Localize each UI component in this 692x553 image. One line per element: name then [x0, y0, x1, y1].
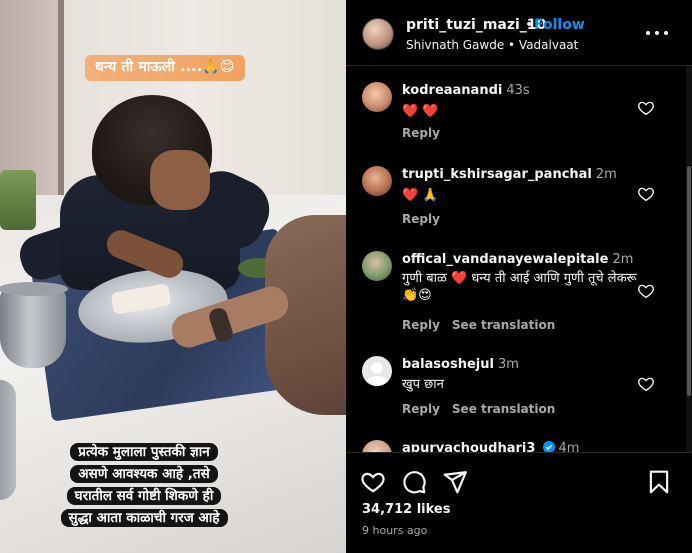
post-header: priti_tuzi_mazi_10 • Follow Shivnath Gaw… — [346, 0, 692, 66]
post-location[interactable]: Shivnath Gawde • Vadalvaat — [406, 38, 578, 52]
reply-button[interactable]: Reply — [402, 212, 440, 226]
post-media[interactable]: धन्य ती माऊली ....🙏😊 प्रत्येक मुलाला पुस… — [0, 0, 346, 553]
media-caption-line: घरातील सर्व गोष्टी शिकणे ही — [66, 487, 222, 505]
see-translation-button[interactable]: See translation — [452, 402, 555, 416]
bookmark-icon[interactable] — [646, 469, 672, 495]
media-tray — [0, 170, 36, 230]
follow-button[interactable]: Follow — [534, 17, 585, 33]
comment-time: 43s — [506, 83, 530, 98]
comment-text: kodreaanandi 43s ❤️ ❤️ — [402, 82, 642, 120]
author-avatar[interactable] — [362, 18, 394, 50]
comment-avatar[interactable] — [362, 356, 392, 386]
comments-scrollbar[interactable] — [686, 66, 692, 452]
comment-body: ❤️ 🙏 — [402, 187, 642, 204]
heart-icon[interactable] — [360, 469, 386, 495]
comment-actions: Reply See translation — [402, 402, 567, 416]
post-time-ago[interactable]: 9 hours ago — [362, 524, 427, 537]
comment-like-icon[interactable] — [637, 375, 655, 393]
media-caption-line: असणे आवश्यक आहे ,तसे — [70, 465, 218, 483]
media-pot — [0, 282, 68, 368]
default-avatar-icon — [366, 362, 388, 386]
more-horizontal-icon[interactable] — [646, 26, 668, 40]
comment-body-text: ❤️ 🙏 — [402, 188, 439, 203]
comment-actions: Reply — [402, 126, 452, 140]
comment-text: balasoshejul 3m खुप छान — [402, 356, 642, 393]
likes-count[interactable]: 34,712 likes — [362, 502, 450, 517]
comment-body: गुणी बाळ ❤️ धन्य ती आई आणि गुणी तूचे लेक… — [402, 271, 637, 303]
share-icon[interactable] — [442, 469, 468, 495]
reply-button[interactable]: Reply — [402, 318, 440, 332]
media-caption-line: प्रत्येक मुलाला पुस्तकी ज्ञान — [70, 443, 218, 461]
comment-avatar[interactable] — [362, 166, 392, 196]
media-caption-bottom: प्रत्येक मुलाला पुस्तकी ज्ञान असणे आवश्य… — [28, 441, 260, 529]
header-separator: • — [525, 17, 534, 33]
reply-button[interactable]: Reply — [402, 402, 440, 416]
verified-badge-icon — [542, 441, 555, 452]
comment-text: offical_vandanayewalepitale 2m गुणी बाळ ❤… — [402, 251, 642, 304]
media-caption-top: धन्य ती माऊली ....🙏😊 — [85, 55, 245, 81]
comment-body: खुप छान — [402, 377, 444, 392]
scrollbar-thumb[interactable] — [687, 166, 691, 396]
comment-username[interactable]: apurvachoudhari3 — [402, 441, 535, 452]
comment-username[interactable]: offical_vandanayewalepitale — [402, 252, 608, 267]
comment-username[interactable]: balasoshejul — [402, 357, 494, 372]
comment-actions: Reply — [402, 212, 452, 226]
media-caption-line: सुद्धा आता काळाची गरज आहे — [60, 509, 228, 527]
comment-username[interactable]: kodreaanandi — [402, 83, 502, 98]
comment-username[interactable]: trupti_kshirsagar_panchal — [402, 167, 592, 182]
comment-time: 2m — [595, 167, 617, 182]
comment-text: apurvachoudhari3 4m — [402, 440, 642, 452]
comment-time: 3m — [497, 357, 519, 372]
comment-text: trupti_kshirsagar_panchal 2m ❤️ 🙏 — [402, 166, 642, 204]
comment-body-text: ❤️ ❤️ — [402, 104, 439, 119]
comment-icon[interactable] — [401, 469, 427, 495]
comment-avatar[interactable] — [362, 82, 392, 112]
post-side-panel: priti_tuzi_mazi_10 • Follow Shivnath Gaw… — [346, 0, 692, 553]
comment-like-icon[interactable] — [637, 99, 655, 117]
comment-like-icon[interactable] — [637, 282, 655, 300]
media-jug — [0, 380, 16, 500]
comment-time: 2m — [612, 252, 634, 267]
comment-time: 4m — [558, 441, 580, 452]
comment-avatar[interactable] — [362, 440, 392, 452]
comment-body: ❤️ ❤️ — [402, 103, 642, 120]
comment-avatar[interactable] — [362, 251, 392, 281]
comment-like-icon[interactable] — [637, 185, 655, 203]
comment-actions: Reply See translation — [402, 318, 567, 332]
media-boy-face — [150, 150, 210, 210]
reply-button[interactable]: Reply — [402, 126, 440, 140]
see-translation-button[interactable]: See translation — [452, 318, 555, 332]
comments-list[interactable]: kodreaanandi 43s ❤️ ❤️ Reply trupti_kshir… — [346, 66, 686, 452]
